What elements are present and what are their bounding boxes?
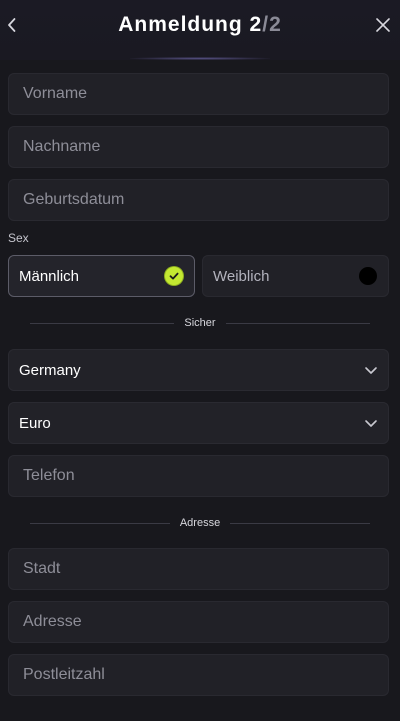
page-title: Anmeldung 2/2	[0, 12, 400, 38]
check-circle-icon	[165, 267, 183, 285]
last-name-input[interactable]	[9, 127, 388, 167]
last-name-field[interactable]	[8, 126, 389, 168]
security-divider-label: Sicher	[184, 317, 216, 329]
close-button[interactable]	[370, 12, 396, 38]
currency-select[interactable]: Euro	[8, 402, 389, 444]
title-main: Anmeldung 2	[118, 13, 263, 36]
city-input[interactable]	[9, 549, 388, 589]
header-underline	[130, 57, 270, 60]
address-divider-label: Adresse	[179, 517, 221, 529]
phone-input[interactable]	[9, 456, 388, 496]
address-field[interactable]	[8, 601, 389, 643]
postal-code-field[interactable]	[8, 654, 389, 696]
first-name-field[interactable]	[8, 73, 389, 115]
city-field[interactable]	[8, 548, 389, 590]
divider-line-right	[225, 322, 370, 324]
country-select-value: Germany	[19, 362, 81, 379]
birthdate-input[interactable]	[9, 180, 388, 220]
phone-field[interactable]	[8, 455, 389, 497]
sex-option-male-label: Männlich	[19, 268, 80, 285]
address-input[interactable]	[9, 602, 388, 642]
divider-line-left	[30, 322, 175, 324]
postal-code-input[interactable]	[9, 655, 388, 695]
sex-option-male[interactable]: Männlich	[8, 255, 195, 297]
header: Anmeldung 2/2	[0, 0, 400, 60]
country-select[interactable]: Germany	[8, 349, 389, 391]
sex-option-female-label: Weiblich	[213, 268, 270, 285]
birthdate-field[interactable]	[8, 179, 389, 221]
title-total: 2	[269, 13, 282, 36]
divider-line-right	[230, 522, 371, 524]
radio-empty-icon	[359, 267, 377, 285]
divider-line-left	[30, 522, 170, 524]
sex-label: Sex	[8, 231, 29, 245]
sex-option-female[interactable]: Weiblich	[202, 255, 389, 297]
first-name-input[interactable]	[9, 74, 388, 114]
chevron-down-icon	[365, 420, 377, 427]
address-divider: Adresse	[30, 516, 371, 530]
close-icon	[376, 18, 390, 32]
chevron-down-icon	[365, 367, 377, 374]
security-divider: Sicher	[30, 316, 370, 330]
currency-select-value: Euro	[19, 415, 51, 432]
